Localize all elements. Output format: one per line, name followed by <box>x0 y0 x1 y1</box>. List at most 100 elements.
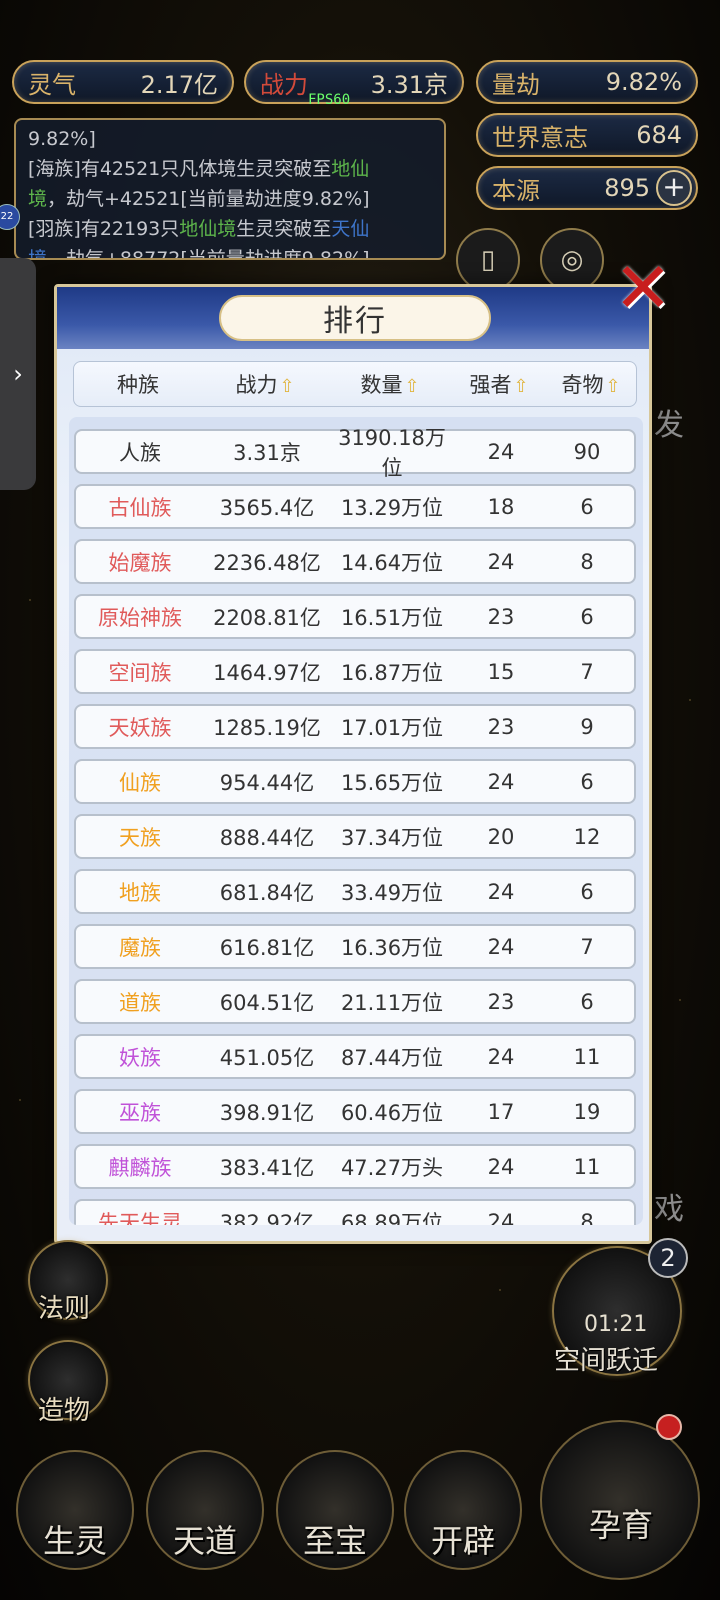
log-line: [羽族]有22193只地仙境生灵突破至天仙 <box>28 218 370 240</box>
race-items: 6 <box>580 879 594 904</box>
race-strong: 20 <box>487 824 515 849</box>
zhanli-value: 3.31京 <box>370 70 448 99</box>
race-power: 451.05亿 <box>219 1045 315 1070</box>
race-power: 604.51亿 <box>219 990 315 1015</box>
event-log[interactable]: 9.82%] [海族]有42521只凡体境生灵突破至地仙 境，劫气+42521[… <box>14 118 446 260</box>
race-strong: 24 <box>487 439 515 464</box>
ranking-row[interactable]: 妖族 451.05亿 87.44万位 24 11 <box>74 1034 636 1079</box>
race-name: 天妖族 <box>108 715 172 740</box>
ranking-row[interactable]: 始魔族 2236.48亿 14.64万位 24 8 <box>74 539 636 584</box>
race-name: 古仙族 <box>108 495 172 520</box>
scroll-icon[interactable]: ▯ <box>456 228 520 292</box>
liangjie-stat: 量劫 9.82% <box>476 60 698 104</box>
sort-arrow-icon: ⇧ <box>279 376 295 397</box>
race-name: 仙族 <box>119 770 161 795</box>
sheng-ling-label: 生灵 <box>42 1522 107 1560</box>
race-count: 15.65万位 <box>340 770 444 795</box>
race-name: 原始神族 <box>98 605 182 630</box>
race-strong: 17 <box>487 1099 515 1124</box>
ranking-row[interactable]: 地族 681.84亿 33.49万位 24 6 <box>74 869 636 914</box>
header-power-sort[interactable]: 战力 ⇧ <box>202 369 328 399</box>
race-name: 始魔族 <box>108 550 172 575</box>
notification-dot <box>656 1414 682 1440</box>
race-strong: 24 <box>487 1154 515 1179</box>
race-power: 616.81亿 <box>219 935 315 960</box>
ranking-row[interactable]: 空间族 1464.97亿 16.87万位 15 7 <box>74 649 636 694</box>
space-jump-label: 空间跃迁 <box>554 1346 659 1376</box>
race-strong: 23 <box>487 714 515 739</box>
tian-dao-label: 天道 <box>172 1522 237 1560</box>
race-power: 2208.81亿 <box>213 605 321 630</box>
ranking-header: 种族 战力 ⇧ 数量 ⇧ 强者 ⇧ 奇物 ⇧ <box>73 361 637 407</box>
ranking-row[interactable]: 天妖族 1285.19亿 17.01万位 23 9 <box>74 704 636 749</box>
log-line: 境，劫气+88772[当前量劫进度9.82%] <box>28 248 370 260</box>
race-count: 37.34万位 <box>340 825 444 850</box>
race-strong: 18 <box>487 494 515 519</box>
liangjie-value: 9.82% <box>605 68 682 96</box>
race-power: 3.31京 <box>233 440 301 465</box>
log-line: [海族]有42521只凡体境生灵突破至地仙 <box>28 158 370 180</box>
zhanli-label: 战力 <box>260 70 308 99</box>
race-strong: 24 <box>487 1044 515 1069</box>
benyuan-stat: 本源 895 + <box>476 166 698 210</box>
race-name: 空间族 <box>108 660 172 685</box>
shijie-value: 684 <box>636 121 682 149</box>
peek-label-ji: 戏 <box>654 1192 684 1227</box>
race-strong: 24 <box>487 934 515 959</box>
race-count: 33.49万位 <box>340 880 444 905</box>
space-jump-count-badge: 2 <box>648 1238 688 1278</box>
race-power: 2236.48亿 <box>213 550 321 575</box>
sort-arrow-icon: ⇧ <box>605 376 621 397</box>
close-button[interactable]: ✕ <box>612 253 674 323</box>
race-power: 398.91亿 <box>219 1100 315 1125</box>
race-items: 7 <box>580 934 594 959</box>
race-count: 47.27万头 <box>340 1155 444 1180</box>
race-strong: 24 <box>487 769 515 794</box>
lingqi-value: 2.17亿 <box>140 70 218 99</box>
liangjie-label: 量劫 <box>492 70 540 99</box>
race-items: 11 <box>573 1044 601 1069</box>
header-item-sort[interactable]: 奇物 ⇧ <box>546 369 636 399</box>
race-items: 6 <box>580 494 594 519</box>
race-power: 382.92亿 <box>219 1210 315 1226</box>
race-power: 888.44亿 <box>219 825 315 850</box>
race-power: 1285.19亿 <box>213 715 321 740</box>
header-strong-sort[interactable]: 强者 ⇧ <box>452 369 546 399</box>
race-power: 954.44亿 <box>219 770 315 795</box>
benyuan-value: 895 <box>604 174 650 202</box>
ranking-row[interactable]: 古仙族 3565.4亿 13.29万位 18 6 <box>74 484 636 529</box>
header-count-sort[interactable]: 数量 ⇧ <box>328 369 452 399</box>
zhi-bao-label: 至宝 <box>302 1522 367 1560</box>
race-strong: 23 <box>487 989 515 1014</box>
fps-counter: FPS60 <box>308 92 351 108</box>
ranking-row[interactable]: 原始神族 2208.81亿 16.51万位 23 6 <box>74 594 636 639</box>
kai-pi-label: 开辟 <box>430 1522 495 1560</box>
zhanli-stat: 战力 3.31京 <box>244 60 464 104</box>
race-items: 19 <box>573 1099 601 1124</box>
race-name: 天族 <box>119 825 161 850</box>
ranking-row[interactable]: 天族 888.44亿 37.34万位 20 12 <box>74 814 636 859</box>
ranking-row[interactable]: 人族 3.31京 3190.18万位 24 90 <box>74 426 636 480</box>
race-name: 先天生灵 <box>98 1210 182 1226</box>
ranking-row[interactable]: 麒麟族 383.41亿 47.27万头 24 11 <box>74 1144 636 1189</box>
ranking-row[interactable]: 巫族 398.91亿 60.46万位 17 19 <box>74 1089 636 1134</box>
space-jump-timer: 01:21 <box>584 1312 648 1337</box>
ranking-list[interactable]: 人族 3.31京 3190.18万位 24 90 古仙族 3565.4亿 13.29万位 18 6… <box>69 417 643 1225</box>
close-icon: ✕ <box>613 247 673 329</box>
orb-icon[interactable]: ◎ <box>540 228 604 292</box>
ranking-row[interactable]: 先天生灵 382.92亿 68.89万位 24 8 <box>74 1199 636 1225</box>
sort-arrow-icon: ⇧ <box>513 376 529 397</box>
add-benyuan-button[interactable]: + <box>656 170 692 206</box>
race-count: 87.44万位 <box>340 1045 444 1070</box>
race-items: 7 <box>580 659 594 684</box>
race-count: 17.01万位 <box>340 715 444 740</box>
race-count: 16.36万位 <box>340 935 444 960</box>
race-count: 60.46万位 <box>340 1100 444 1125</box>
race-name: 妖族 <box>119 1045 161 1070</box>
ranking-row[interactable]: 魔族 616.81亿 16.36万位 24 7 <box>74 924 636 969</box>
ranking-row[interactable]: 仙族 954.44亿 15.65万位 24 6 <box>74 759 636 804</box>
race-count: 16.51万位 <box>340 605 444 630</box>
side-drawer-toggle[interactable]: › <box>0 258 36 490</box>
zao-wu-label: 造物 <box>38 1396 91 1426</box>
ranking-row[interactable]: 道族 604.51亿 21.11万位 23 6 <box>74 979 636 1024</box>
